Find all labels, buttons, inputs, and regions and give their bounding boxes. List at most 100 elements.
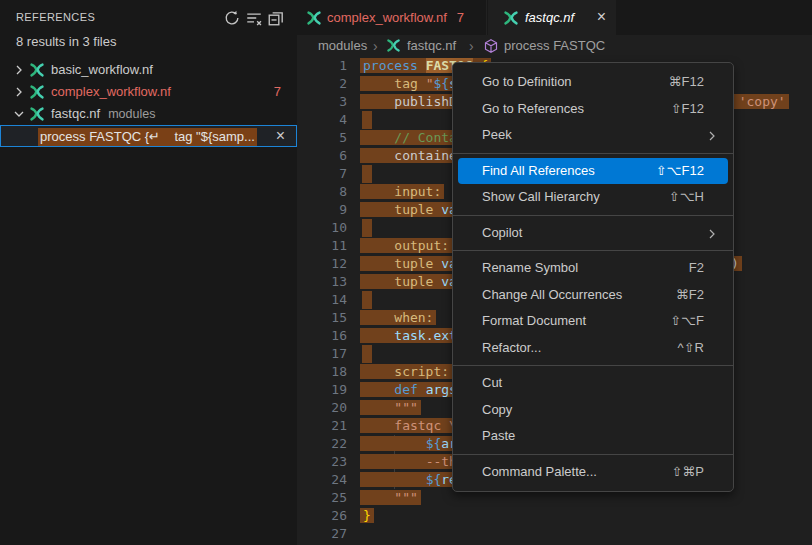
menu-item-peek[interactable]: Peek [458, 122, 728, 149]
submenu-arrow-icon [704, 127, 720, 143]
menu-item-label: Go to References [482, 101, 584, 116]
menu-item-label: Copy [482, 402, 512, 417]
menu-item-label: Format Document [482, 313, 586, 328]
menu-separator [453, 215, 733, 216]
menu-item-paste[interactable]: Paste [458, 423, 728, 450]
line-number: 22 [297, 435, 347, 453]
line-number: 20 [297, 399, 347, 417]
code-text: output: [363, 237, 452, 255]
line-number: 16 [297, 327, 347, 345]
line-number: 27 [297, 525, 347, 543]
code-text: input: [363, 183, 444, 201]
menu-item-shortcut: ⌘F2 [676, 282, 704, 309]
line-number: 14 [297, 291, 347, 309]
menu-item-copilot[interactable]: Copilot [458, 220, 728, 247]
menu-item-label: Peek [482, 127, 512, 142]
collapse-all-icon[interactable] [267, 9, 285, 27]
line-number: 9 [297, 201, 347, 219]
reference-result-row[interactable]: process FASTQC {↵ tag "${samp... × [0, 125, 297, 147]
menu-item-shortcut: ⌘F12 [669, 69, 704, 96]
line-number: 26 [297, 507, 347, 525]
menu-item-label: Paste [482, 428, 515, 443]
menu-item-shortcut: ^⇧R [678, 335, 704, 362]
line-number: 5 [297, 129, 347, 147]
menu-item-format-document[interactable]: Format Document ⇧⌥F [458, 308, 728, 335]
nextflow-file-icon [29, 84, 45, 100]
menu-item-shortcut: ⇧⌘P [671, 459, 704, 486]
result-count-badge: 7 [274, 81, 281, 103]
menu-item-command-palette[interactable]: Command Palette... ⇧⌘P [458, 459, 728, 486]
menu-item-go-to-definition[interactable]: Go to Definition ⌘F12 [458, 69, 728, 96]
menu-item-change-all-occurrences[interactable]: Change All Occurrences⌘F2 [458, 282, 728, 309]
dismiss-reference-icon[interactable]: × [276, 125, 285, 147]
code-text: """ [363, 489, 421, 507]
code-text: } [363, 507, 374, 525]
menu-item-find-all-references[interactable]: Find All References ⇧⌥F12 [458, 158, 728, 185]
breadcrumb-item-symbol[interactable]: process FASTQC [504, 35, 605, 57]
menu-item-shortcut: ⇧⌥F [670, 308, 704, 335]
code-text: script: [363, 363, 452, 381]
menu-item-shortcut: F2 [689, 255, 704, 282]
nextflow-file-icon [29, 62, 45, 78]
line-number: 19 [297, 381, 347, 399]
line-number: 18 [297, 363, 347, 381]
tab-label: complex_workflow.nf [327, 0, 447, 35]
line-number: 23 [297, 453, 347, 471]
menu-item-shortcut: ⇧F12 [671, 96, 704, 123]
menu-item-label: Cut [482, 375, 502, 390]
code-text: fastqc \ [363, 417, 460, 435]
menu-item-refactor[interactable]: Refactor... ^⇧R [458, 335, 728, 362]
nextflow-file-icon [503, 10, 519, 26]
menu-item-label: Show Call Hierarchy [482, 189, 600, 204]
clear-all-icon[interactable] [245, 9, 263, 27]
breadcrumb: modules › fastqc.nf › process FASTQC [297, 35, 812, 57]
menu-item-copy[interactable]: Copy [458, 397, 728, 424]
menu-item-go-to-references[interactable]: Go to References ⇧F12 [458, 96, 728, 123]
line-number: 13 [297, 273, 347, 291]
menu-separator [453, 365, 733, 366]
menu-item-label: Copilot [482, 225, 522, 240]
chevron-right-icon[interactable] [11, 62, 27, 78]
code-text [363, 219, 372, 237]
menu-item-label: Refactor... [482, 340, 541, 355]
menu-item-label: Go to Definition [482, 74, 572, 89]
results-summary: 8 results in 3 files [16, 32, 116, 52]
breadcrumb-separator: › [469, 35, 474, 57]
code-text [363, 291, 372, 309]
breadcrumb-item-modules[interactable]: modules [318, 35, 367, 57]
breadcrumb-item-file[interactable]: fastqc.nf [407, 35, 456, 57]
file-path: modules [108, 107, 155, 121]
menu-separator [453, 454, 733, 455]
close-tab-icon[interactable]: × [597, 0, 606, 34]
chevron-down-icon[interactable] [11, 106, 27, 122]
chevron-right-icon[interactable] [11, 84, 27, 100]
submenu-arrow-icon [704, 225, 720, 241]
refresh-icon[interactable] [223, 9, 241, 27]
code-text: when: [363, 309, 436, 327]
nextflow-file-icon [29, 106, 45, 122]
menu-item-rename-symbol[interactable]: Rename SymbolF2 [458, 255, 728, 282]
line-number: 1 [297, 57, 347, 75]
menu-item-label: Command Palette... [482, 464, 597, 479]
references-panel: REFERENCES 8 results in 3 files basic_wo… [0, 0, 297, 545]
breadcrumb-separator: › [373, 35, 378, 57]
menu-item-cut[interactable]: Cut [458, 370, 728, 397]
line-number: 10 [297, 219, 347, 237]
tab-problem-badge: 7 [457, 0, 464, 35]
line-number: 3 [297, 93, 347, 111]
menu-item-label: Find All References [482, 163, 595, 178]
menu-item-show-call-hierarchy[interactable]: Show Call Hierarchy⇧⌥H [458, 184, 728, 211]
tab-fastqc[interactable]: fastqc.nf × [488, 0, 616, 35]
file-row-basic_workflow.nf[interactable]: basic_workflow.nf [0, 59, 297, 81]
file-row-fastqc.nf[interactable]: fastqc.nfmodules [0, 103, 297, 125]
menu-item-shortcut: ⇧⌥F12 [656, 158, 704, 185]
editor-tabbar: complex_workflow.nf 7 fastqc.nf × [297, 0, 812, 35]
code-line-27: 27 [297, 525, 812, 543]
reference-preview-text: process FASTQC {↵ tag "${samp... [38, 128, 257, 146]
file-row-complex_workflow.nf[interactable]: complex_workflow.nf7 [0, 81, 297, 103]
tab-complex-workflow[interactable]: complex_workflow.nf 7 [297, 0, 487, 35]
line-number: 4 [297, 111, 347, 129]
code-text [363, 345, 372, 363]
line-number: 6 [297, 147, 347, 165]
code-line-26: 26} [297, 507, 812, 525]
